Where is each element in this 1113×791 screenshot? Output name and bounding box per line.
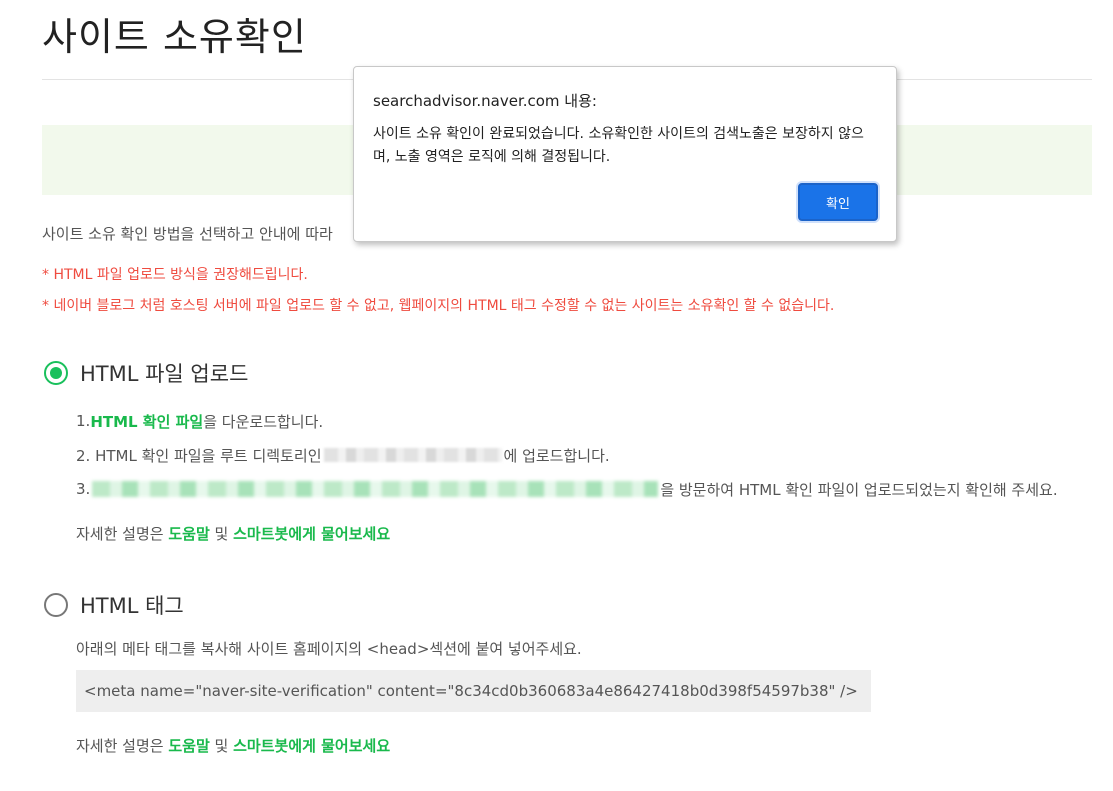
step-2: 2. HTML 확인 파일을 루트 디렉토리인 에 업로드합니다.	[76, 438, 1058, 472]
smartbot-link[interactable]: 스마트봇에게 물어보세요	[233, 737, 390, 755]
method-html-file-label: HTML 파일 업로드	[80, 362, 249, 386]
alert-dialog: searchadvisor.naver.com 내용: 사이트 소유 확인이 완…	[353, 66, 897, 242]
dialog-message: 사이트 소유 확인이 완료되었습니다. 소유확인한 사이트의 검색노출은 보장하…	[373, 126, 864, 165]
radio-html-file[interactable]	[44, 361, 68, 385]
help-link[interactable]: 도움말	[168, 525, 209, 543]
help-prefix: 자세한 설명은	[76, 525, 169, 543]
method-html-file-option[interactable]: HTML 파일 업로드	[44, 358, 248, 388]
step-3-prefix: 3.	[76, 480, 91, 498]
step-3-suffix: 을 방문하여 HTML 확인 파일이 업로드되었는지 확인해 주세요.	[660, 480, 1058, 499]
instruction-text: 사이트 소유 확인 방법을 선택하고 안내에 따라	[42, 225, 333, 243]
method-html-tag-label: HTML 태그	[80, 594, 184, 618]
download-html-file-link[interactable]: HTML 확인 파일	[90, 411, 203, 432]
smartbot-link[interactable]: 스마트봇에게 물어보세요	[233, 525, 390, 543]
step-2-prefix: 2. HTML 확인 파일을 루트 디렉토리인	[76, 446, 322, 465]
radio-html-tag[interactable]	[44, 593, 68, 617]
dialog-ok-button[interactable]: 확인	[798, 183, 878, 221]
dialog-origin: searchadvisor.naver.com 내용:	[373, 92, 597, 110]
page-title: 사이트 소유확인	[42, 15, 307, 59]
redacted-root-directory	[323, 448, 502, 462]
warning-hosting-limitation: * 네이버 블로그 처럼 호스팅 서버에 파일 업로드 할 수 없고, 웹페이지…	[42, 298, 835, 314]
help-link[interactable]: 도움말	[168, 737, 209, 755]
help-middle: 및	[209, 525, 234, 543]
redacted-verification-url-link[interactable]	[92, 481, 659, 497]
site-ownership-page: 사이트 소유확인 사이트 소유 확인 방법을 선택하고 안내에 따라 * HTM…	[0, 0, 1113, 791]
help-middle: 및	[209, 737, 234, 755]
step-1-suffix: 을 다운로드합니다.	[203, 412, 324, 431]
help-prefix: 자세한 설명은	[76, 737, 169, 755]
step-1-prefix: 1.	[76, 412, 91, 430]
step-2-suffix: 에 업로드합니다.	[503, 446, 610, 465]
step-1: 1. HTML 확인 파일 을 다운로드합니다.	[76, 404, 1058, 438]
html-file-steps: 1. HTML 확인 파일 을 다운로드합니다. 2. HTML 확인 파일을 루…	[76, 404, 1058, 506]
step-3: 3. 을 방문하여 HTML 확인 파일이 업로드되었는지 확인해 주세요.	[76, 472, 1058, 506]
html-file-help: 자세한 설명은 도움말 및 스마트봇에게 물어보세요	[76, 523, 390, 544]
warning-recommend-html-file: * HTML 파일 업로드 방식을 권장해드립니다.	[42, 267, 308, 283]
method-html-tag-option[interactable]: HTML 태그	[44, 590, 184, 620]
html-tag-description: 아래의 메타 태그를 복사해 사이트 홈페이지의 <head>섹션에 붙여 넣어…	[76, 640, 582, 658]
html-tag-help: 자세한 설명은 도움말 및 스마트봇에게 물어보세요	[76, 735, 390, 756]
meta-tag-code[interactable]: <meta name="naver-site-verification" con…	[76, 670, 871, 712]
